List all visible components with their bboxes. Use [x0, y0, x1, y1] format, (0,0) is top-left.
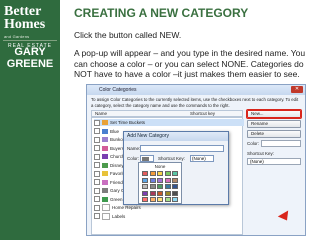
pointer-arrow-icon	[277, 210, 293, 224]
category-label: Blue	[110, 128, 120, 134]
checkbox[interactable]	[94, 136, 100, 143]
list-item[interactable]: Home Repairs	[94, 204, 154, 212]
category-color-swatch	[102, 120, 108, 126]
category-color-swatch	[102, 137, 108, 143]
new-button[interactable]: New...	[247, 110, 301, 118]
category-label: Green	[110, 196, 123, 202]
instruction-paragraph-1: Click the button called NEW.	[74, 30, 182, 40]
checkbox[interactable]	[94, 153, 100, 160]
list-item[interactable]: Set Time Buckets	[94, 119, 244, 126]
checkbox[interactable]	[94, 204, 100, 211]
color-swatch[interactable]	[149, 184, 156, 189]
popup-title: Add New Category	[124, 132, 228, 141]
color-picker[interactable]	[261, 140, 301, 147]
selected-color-swatch	[142, 157, 149, 161]
color-swatch[interactable]	[142, 177, 148, 183]
color-label: Color:	[247, 141, 260, 146]
category-color-swatch	[102, 204, 110, 212]
category-label: Buyers	[110, 145, 125, 151]
color-swatch[interactable]	[149, 197, 156, 202]
color-swatch[interactable]	[149, 171, 156, 176]
checkbox[interactable]	[94, 119, 100, 126]
dialog-instructions: To assign Color Categories to the curren…	[91, 97, 299, 108]
category-color-swatch	[102, 154, 108, 160]
logo-line2: Homes	[4, 17, 46, 32]
category-label: Bunko	[110, 137, 123, 142]
category-label: Labels	[112, 213, 126, 219]
logo-sub: and Gardens	[4, 34, 30, 39]
category-color-swatch	[102, 128, 108, 134]
category-color-swatch	[102, 162, 108, 168]
color-swatch[interactable]	[142, 171, 148, 176]
slide-title: CREATING A NEW CATEGORY	[74, 6, 249, 20]
checkbox[interactable]	[94, 213, 100, 220]
checkbox[interactable]	[94, 162, 100, 169]
color-swatch[interactable]	[164, 197, 171, 202]
logo-divider	[3, 40, 57, 41]
category-color-swatch	[102, 145, 108, 151]
instruction-paragraph-2: A pop-up will appear – and you type in t…	[74, 48, 306, 79]
shortcut-select[interactable]: (None)	[247, 158, 301, 165]
color-swatch[interactable]	[149, 190, 156, 196]
office-name: GARY GREENE	[0, 46, 60, 70]
color-swatch[interactable]	[142, 197, 148, 202]
color-swatch[interactable]	[164, 177, 171, 183]
category-color-swatch	[102, 179, 108, 185]
color-swatch[interactable]	[157, 171, 163, 176]
checkbox[interactable]	[94, 196, 100, 203]
color-swatch[interactable]	[164, 171, 171, 176]
checkbox[interactable]	[94, 187, 100, 194]
category-label: Disney	[110, 162, 124, 168]
color-swatch[interactable]	[172, 177, 178, 183]
checkbox[interactable]	[94, 128, 100, 135]
dialog-title: Color Categories	[87, 85, 305, 95]
category-name-input[interactable]	[140, 145, 224, 152]
popup-color-label: Color:	[127, 156, 140, 161]
popup-name-label: Name:	[127, 146, 141, 151]
color-swatch[interactable]	[157, 190, 163, 196]
color-swatch[interactable]	[172, 197, 178, 202]
category-label: Home Repairs	[112, 205, 141, 210]
category-color-swatch	[102, 196, 108, 202]
color-swatch[interactable]	[142, 190, 148, 196]
brand-rail: Better Homes and Gardens REAL ESTATE GAR…	[0, 0, 60, 240]
checkbox[interactable]	[94, 145, 100, 152]
checkbox[interactable]	[94, 170, 100, 177]
color-swatch[interactable]	[172, 184, 178, 189]
shortcut-label: Shortcut Key:	[247, 151, 275, 156]
category-color-swatch	[102, 171, 108, 177]
rename-button[interactable]: Rename	[247, 120, 301, 128]
color-categories-dialog: Color Categories ✕ To assign Color Categ…	[86, 84, 306, 236]
popup-shortcut-select[interactable]: (None)	[190, 155, 214, 162]
office-line1: GARY	[14, 46, 46, 58]
popup-shortcut-label: Shortcut Key:	[158, 156, 186, 161]
color-palette: None	[138, 162, 182, 204]
add-new-category-popup: Add New Category Name: Color: Shortcut K…	[123, 131, 229, 205]
checkbox[interactable]	[94, 179, 100, 186]
category-label: Set Time Buckets	[110, 120, 146, 125]
category-color-swatch	[102, 188, 108, 194]
list-item[interactable]: Labels	[94, 212, 154, 220]
category-list-header: Name Shortcut key	[91, 110, 243, 117]
close-icon[interactable]: ✕	[291, 86, 303, 93]
color-swatch[interactable]	[172, 190, 178, 196]
palette-grid	[142, 171, 178, 202]
brand-logo: Better Homes	[4, 5, 56, 32]
color-swatch[interactable]	[157, 184, 163, 189]
category-color-swatch	[102, 212, 110, 220]
color-swatch[interactable]	[157, 177, 163, 183]
color-swatch[interactable]	[172, 171, 178, 176]
color-swatch[interactable]	[157, 197, 163, 202]
office-line2: GREENE	[6, 58, 54, 70]
delete-button[interactable]: Delete	[247, 130, 301, 138]
color-swatch[interactable]	[142, 184, 148, 189]
color-swatch[interactable]	[164, 184, 171, 189]
color-none-option[interactable]: None	[139, 164, 181, 169]
color-dropdown[interactable]	[140, 155, 154, 162]
color-swatch[interactable]	[149, 177, 156, 183]
color-swatch[interactable]	[164, 190, 171, 196]
